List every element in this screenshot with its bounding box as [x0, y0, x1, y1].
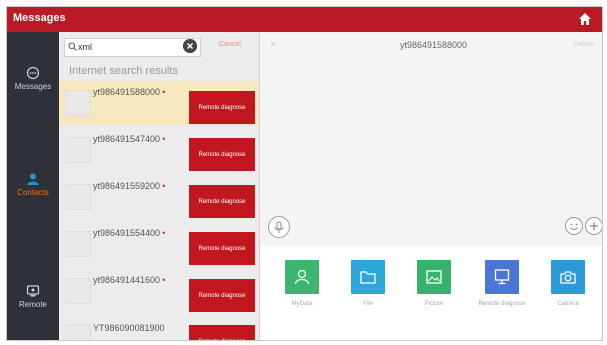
contact-id: yt986491559200 — [93, 181, 161, 191]
tray-item-mydata[interactable]: MyData — [272, 260, 332, 307]
remote-diagnose-button[interactable]: Remote diagnose — [189, 138, 255, 171]
list-item[interactable]: yt986491559200 • Remote diagnose — [59, 175, 259, 219]
sidebar-item-messages[interactable]: Messages — [7, 66, 59, 91]
monitor-icon — [485, 260, 519, 294]
online-dot: • — [162, 181, 166, 191]
tray-item-picture[interactable]: Picture — [404, 260, 464, 307]
contact-name: YT986090081900 — [93, 323, 167, 333]
avatar — [65, 324, 91, 340]
cancel-search-link[interactable]: Cancel — [219, 41, 241, 48]
remote-diagnose-button[interactable]: Remote diagnose — [189, 232, 255, 265]
home-icon[interactable] — [578, 12, 592, 26]
results-header: Internet search results — [69, 65, 178, 77]
contact-id: yt986491554400 — [93, 228, 161, 238]
avatar — [65, 278, 91, 304]
chat-title: yt986491588000 — [400, 40, 468, 50]
contact-name: yt986491441600 • — [93, 275, 165, 285]
contact-id: yt986491547400 — [93, 134, 161, 144]
list-item[interactable]: yt986491547400 • Remote diagnose — [59, 128, 259, 172]
tray-item-label: Remote diagnose — [478, 301, 526, 307]
online-dot: • — [162, 134, 166, 144]
chat-icon — [26, 66, 40, 80]
avatar — [65, 184, 91, 210]
avatar — [65, 231, 91, 257]
sidebar-item-remote[interactable]: Remote — [7, 284, 59, 309]
chat-action-link[interactable]: Delete — [574, 41, 594, 48]
remote-diagnose-button[interactable]: Remote diagnose — [189, 325, 255, 340]
sidebar-item-label: Messages — [14, 82, 52, 91]
search-icon — [68, 42, 77, 51]
app-window: Messages Messages Contacts Remote xml Ca… — [6, 6, 603, 341]
page-title: Messages — [13, 12, 66, 24]
avatar — [65, 90, 91, 116]
contact-name: yt986491547400 • — [93, 134, 165, 144]
tray-item-label: MyData — [291, 301, 313, 307]
contact-id: yt986491441600 — [93, 275, 161, 285]
folder-icon — [351, 260, 385, 294]
voice-icon[interactable] — [268, 216, 290, 238]
online-dot: • — [162, 87, 166, 97]
list-item[interactable]: YT986090081900 Remote diagnose — [59, 315, 259, 340]
remote-diagnose-button[interactable]: Remote diagnose — [189, 279, 255, 312]
tray-item-camera[interactable]: Camera — [538, 260, 598, 307]
contact-list-panel: Cancel Internet search results yt9864915… — [59, 32, 260, 340]
avatar — [65, 137, 91, 163]
chat-panel: × yt986491588000 Delete MyData File Pict… — [260, 32, 602, 340]
close-icon[interactable]: × — [270, 39, 276, 50]
remote-icon — [26, 285, 40, 297]
top-bar: Messages — [7, 7, 602, 32]
input-toolbar — [260, 212, 602, 242]
tray-item-label: Camera — [557, 301, 579, 307]
sidebar-item-label: Remote — [18, 300, 47, 309]
tray-item-label: File — [363, 301, 373, 307]
list-item[interactable]: yt986491588000 • Remote diagnose — [59, 81, 259, 125]
search-box — [64, 38, 201, 57]
tray-item-label: Picture — [424, 301, 444, 307]
camera-icon — [551, 260, 585, 294]
tray-item-file[interactable]: File — [338, 260, 398, 307]
remote-diagnose-button[interactable]: Remote diagnose — [189, 185, 255, 218]
sidebar-item-label: Contacts — [17, 188, 49, 197]
sidebar: Messages Contacts Remote — [7, 32, 59, 340]
contact-id: YT986090081900 — [93, 323, 165, 333]
clear-search-icon[interactable] — [183, 39, 197, 53]
plus-icon[interactable] — [585, 217, 603, 235]
sidebar-item-contacts[interactable]: Contacts — [7, 172, 59, 197]
contact-name: yt986491559200 • — [93, 181, 165, 191]
remote-diagnose-button[interactable]: Remote diagnose — [189, 91, 255, 124]
picture-icon — [417, 260, 451, 294]
emoji-icon[interactable] — [565, 217, 583, 235]
contacts-icon — [27, 173, 39, 185]
online-dot: • — [162, 228, 166, 238]
person-icon — [285, 260, 319, 294]
list-item[interactable]: yt986491441600 • Remote diagnose — [59, 269, 259, 313]
contact-id: yt986491588000 — [93, 87, 161, 97]
tray-item-remote-diagnose[interactable]: Remote diagnose — [472, 260, 532, 307]
attachment-tray: MyData File Picture Remote diagnose Came… — [260, 246, 602, 340]
online-dot: • — [162, 275, 166, 285]
search-input[interactable] — [78, 40, 193, 54]
contact-name: yt986491554400 • — [93, 228, 165, 238]
contact-name: yt986491588000 • — [93, 87, 165, 97]
list-item[interactable]: yt986491554400 • Remote diagnose — [59, 222, 259, 266]
